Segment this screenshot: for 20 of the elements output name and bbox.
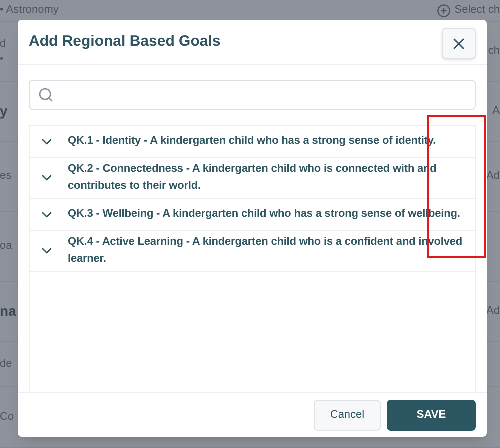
background-text: de xyxy=(0,356,12,372)
background-text: na xyxy=(0,302,16,321)
background-text: Ad xyxy=(486,169,500,184)
background-text: • xyxy=(0,53,5,68)
background-text: es xyxy=(0,169,12,184)
background-text: Select ch xyxy=(454,3,500,18)
search-icon xyxy=(38,87,54,103)
background-text: Ad xyxy=(486,304,500,320)
search-field[interactable] xyxy=(29,80,476,110)
background-text: • Astronomy xyxy=(0,3,59,18)
close-button[interactable] xyxy=(442,28,476,59)
save-button[interactable]: SAVE xyxy=(387,400,476,430)
background-text: ch xyxy=(488,44,500,60)
background-text: A xyxy=(492,104,500,120)
background-text: Co xyxy=(0,410,14,425)
cancel-button[interactable]: Cancel xyxy=(314,400,381,430)
background-text: y xyxy=(0,102,8,121)
background-text: oa xyxy=(0,239,12,254)
background-text: d xyxy=(0,36,6,52)
dialog-title: Add Regional Based Goals xyxy=(29,32,221,52)
